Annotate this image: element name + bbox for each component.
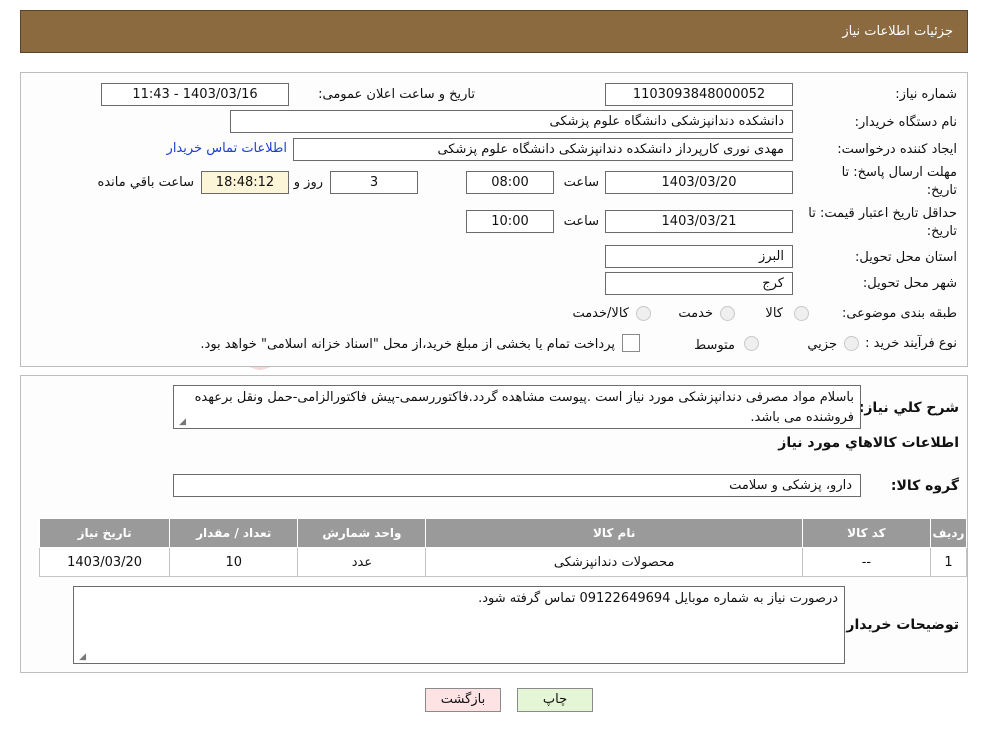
goods-group-label: گروه کالا: (890, 478, 959, 494)
reply-time-field[interactable]: 08:00 (466, 171, 554, 194)
col-unit: واحد شمارش (297, 518, 427, 548)
category-option-goods-service: کالا/خدمت (572, 306, 629, 321)
reply-deadline-label-date: تاریخ: (926, 183, 957, 198)
print-button[interactable]: چاپ (517, 688, 593, 712)
cell-unit: عدد (297, 547, 427, 577)
category-radio-goods-service[interactable] (636, 306, 651, 321)
need-number-label: شماره نیاز: (895, 87, 957, 102)
validity-date-field[interactable]: 1403/03/21 (605, 210, 793, 233)
treasury-payment-checkbox[interactable] (622, 334, 640, 352)
remaining-time-field[interactable]: 18:48:12 (201, 171, 289, 194)
category-label: طبقه بندی موضوعی: (841, 306, 957, 321)
category-radio-goods[interactable] (794, 306, 809, 321)
requester-field[interactable]: مهدی نوری کارپرداز دانشکده دندانپزشکی دا… (293, 138, 793, 161)
resize-handle-icon[interactable]: ◢ (76, 652, 86, 662)
col-need-date: تاریخ نیاز (38, 518, 171, 548)
col-quantity: تعداد / مقدار (169, 518, 299, 548)
col-row-number: رديف (929, 518, 968, 548)
category-option-service: خدمت (678, 306, 713, 321)
purchase-radio-medium[interactable] (744, 336, 759, 351)
buyer-notes-label: توضیحات خریدار: (840, 617, 959, 633)
goods-group-field[interactable]: دارو، پزشکی و سلامت (173, 474, 861, 497)
cell-item-code: -- (801, 547, 931, 577)
items-table: رديف کد کالا نام کالا واحد شمارش تعداد /… (38, 518, 968, 577)
cell-item-name: محصولات دندانپزشکی (425, 547, 803, 577)
validity-time-label: ساعت (563, 214, 599, 229)
requester-label: ایجاد کننده درخواست: (837, 142, 957, 157)
category-option-goods: کالا (765, 306, 783, 321)
buyer-contact-link[interactable]: اطلاعات تماس خریدار (167, 141, 287, 156)
category-radio-service[interactable] (720, 306, 735, 321)
description-textarea[interactable]: باسلام مواد مصرفی دندانپزشکی مورد نیاز ا… (173, 385, 861, 429)
purchase-option-minor: جزيي (807, 337, 837, 352)
items-table-header: رديف کد کالا نام کالا واحد شمارش تعداد /… (38, 518, 968, 548)
cell-quantity: 10 (169, 547, 299, 577)
table-row[interactable]: 1 -- محصولات دندانپزشکی عدد 10 1403/03/2… (38, 547, 968, 577)
remaining-time-label: ساعت باقي مانده (97, 175, 194, 190)
need-number-field[interactable]: 1103093848000052 (605, 83, 793, 106)
col-item-code: کد کالا (801, 518, 931, 548)
purchase-type-label: نوع فرآیند خرید : (865, 336, 957, 351)
city-field[interactable]: کرج (605, 272, 793, 295)
buyer-notes-textarea[interactable]: درصورت نیاز به شماره موبایل 09122649694 … (73, 586, 845, 664)
description-text: باسلام مواد مصرفی دندانپزشکی مورد نیاز ا… (194, 390, 854, 425)
announce-datetime-field[interactable]: 1403/03/16 - 11:43 (101, 83, 289, 106)
province-label: استان محل تحویل: (855, 250, 957, 265)
purchase-option-medium: متوسط (694, 338, 735, 353)
reply-date-field[interactable]: 1403/03/20 (605, 171, 793, 194)
need-info-panel: شماره نیاز: 1103093848000052 تاریخ و ساع… (20, 72, 968, 367)
items-section-title: اطلاعات کالاهاي مورد نياز (778, 435, 959, 451)
resize-handle-icon[interactable]: ◢ (176, 417, 186, 427)
validity-time-field[interactable]: 10:00 (466, 210, 554, 233)
validity-label: حداقل تاریخ اعتبار قیمت: تا (808, 206, 957, 221)
reply-deadline-label: مهلت ارسال پاسخ: تا (841, 165, 957, 180)
province-field[interactable]: البرز (605, 245, 793, 268)
buyer-org-field[interactable]: دانشکده دندانپزشکی دانشگاه علوم پزشکی (230, 110, 793, 133)
announce-datetime-label: تاریخ و ساعت اعلان عمومی: (318, 87, 475, 102)
validity-label-date: تاریخ: (926, 224, 957, 239)
page-header: جزئیات اطلاعات نیاز (20, 10, 968, 53)
page-title: جزئیات اطلاعات نیاز (842, 24, 953, 39)
cell-need-date: 1403/03/20 (38, 547, 171, 577)
col-item-name: نام کالا (425, 518, 803, 548)
city-label: شهر محل تحویل: (862, 276, 957, 291)
cell-row-number: 1 (929, 547, 968, 577)
buyer-notes-text: درصورت نیاز به شماره موبایل 09122649694 … (478, 591, 838, 606)
reply-time-label: ساعت (563, 175, 599, 190)
days-remaining-field[interactable]: 3 (330, 171, 418, 194)
days-label: روز و (293, 175, 323, 190)
purchase-radio-minor[interactable] (844, 336, 859, 351)
description-label: شرح کلي نياز: (858, 400, 959, 416)
back-button[interactable]: بازگشت (425, 688, 501, 712)
treasury-payment-note: پرداخت تمام یا بخشی از مبلغ خرید،از محل … (200, 337, 615, 352)
need-details-panel: شرح کلي نياز: باسلام مواد مصرفی دندانپزش… (20, 375, 968, 673)
buyer-org-label: نام دستگاه خریدار: (854, 115, 957, 130)
